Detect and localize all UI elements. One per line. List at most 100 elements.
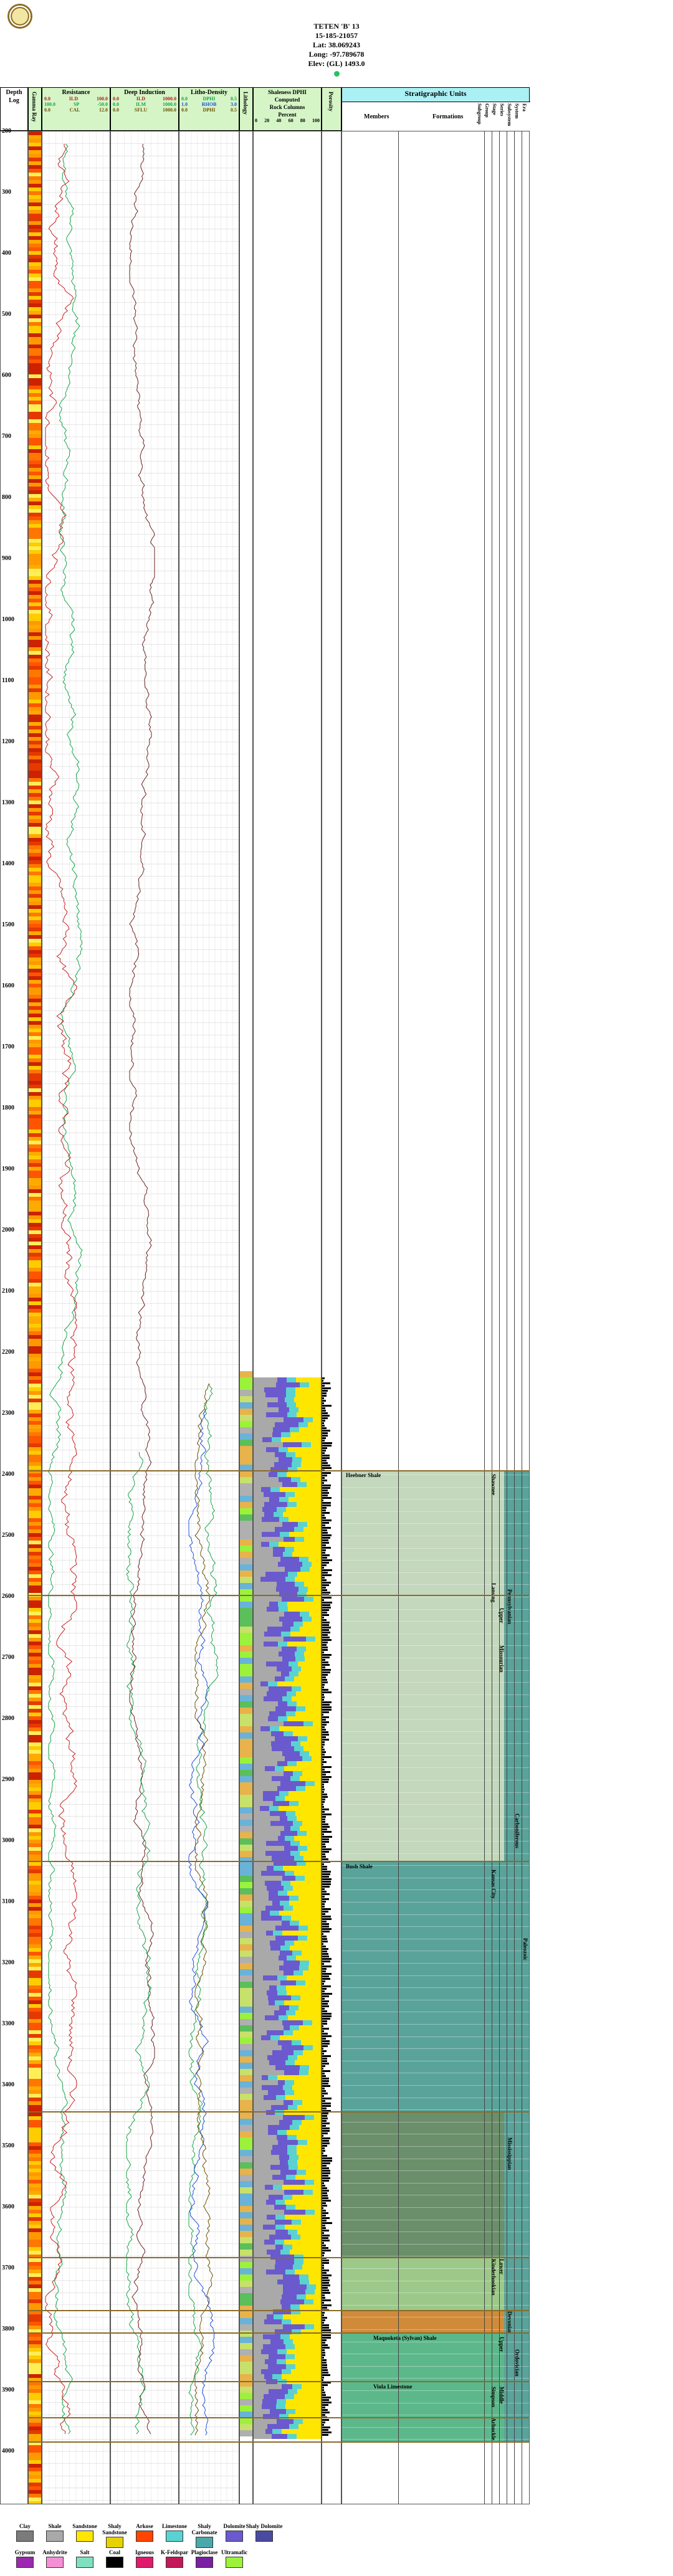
shaleness-segment <box>300 1995 321 2000</box>
lithology-band <box>240 2355 252 2362</box>
curve-scale-text: 100.0 <box>96 96 108 102</box>
shaleness-row <box>254 1721 321 1726</box>
shaleness-segment <box>254 2279 277 2284</box>
shaleness-row <box>254 1612 321 1617</box>
shaleness-row <box>254 1477 321 1482</box>
shaleness-segment <box>277 1377 287 1382</box>
shaleness-segment <box>273 1427 290 1432</box>
porosity-bar <box>322 1970 327 1972</box>
strat-grid-line <box>342 1682 529 1683</box>
porosity-bar <box>322 1741 325 1743</box>
shaleness-row <box>254 2369 321 2374</box>
strat-grid-line <box>342 363 529 364</box>
shaleness-segment <box>300 1612 310 1617</box>
shaleness-segment <box>284 2240 321 2245</box>
shaleness-row <box>254 2230 321 2235</box>
shaleness-segment <box>281 2045 304 2050</box>
strat-grid-line <box>342 1902 529 1903</box>
shaleness-segment <box>301 1457 321 1462</box>
shaleness-segment <box>295 1387 321 1392</box>
shaleness-segment <box>254 1642 264 1647</box>
shaleness-row <box>254 1856 321 1861</box>
shaleness-row <box>254 2240 321 2245</box>
shaleness-segment <box>285 2359 321 2364</box>
porosity-bar <box>322 1567 325 1569</box>
shaleness-segment <box>254 1632 264 1637</box>
shaleness-row <box>254 2205 321 2210</box>
shaleness-row <box>254 2120 321 2125</box>
label-missourian: Missourian <box>499 1645 505 1673</box>
shaleness-segment <box>254 1791 264 1796</box>
porosity-bar <box>322 1452 325 1454</box>
lithology-band <box>240 2044 252 2050</box>
porosity-bar <box>322 1652 324 1653</box>
depth-label: 2400 <box>2 1471 14 1478</box>
porosity-bar <box>322 2329 331 2331</box>
shaleness-segment <box>289 2125 299 2130</box>
shaleness-row <box>254 1582 321 1587</box>
shaleness-segment <box>282 1876 296 1881</box>
porosity-bar <box>322 2277 329 2279</box>
shaleness-segment <box>290 2304 300 2309</box>
shaleness-segment <box>264 1512 274 1517</box>
shaleness-row <box>254 2075 321 2080</box>
porosity-bar <box>322 2317 327 2319</box>
depth-track: 200 300 400 500 600 700 800 900 1000 1100 1200 1300… <box>0 128 28 2504</box>
porosity-bar <box>322 1766 332 1768</box>
label-ordovician: Ordovician <box>514 2349 520 2377</box>
shaleness-segment <box>279 1791 289 1796</box>
porosity-bar <box>322 1701 332 1703</box>
shaleness-segment <box>303 1597 313 1602</box>
shaleness-segment <box>286 1387 296 1392</box>
shaleness-segment <box>254 2324 283 2329</box>
shaleness-segment <box>287 1642 321 1647</box>
shaleness-segment <box>269 1542 279 1547</box>
shaleness-segment <box>254 1622 282 1627</box>
shaleness-segment <box>279 2155 290 2160</box>
curve-scale-text: 0.0 <box>113 102 119 107</box>
shaleness-segment <box>282 1751 300 1756</box>
porosity-bar <box>322 2374 330 2376</box>
porosity-bar <box>322 2387 325 2388</box>
depth-label: 1100 <box>2 677 14 684</box>
shaleness-segment <box>267 1886 284 1891</box>
shaleness-segment <box>307 1846 321 1851</box>
porosity-bar <box>322 2040 330 2042</box>
lithology-band <box>240 1409 252 1415</box>
shaleness-segment <box>289 1921 299 1926</box>
shaleness-segment <box>279 1517 289 1522</box>
shaleness-segment <box>254 1706 275 1711</box>
shaleness-row <box>254 1437 321 1442</box>
strat-grid-line <box>342 1279 529 1280</box>
lithology-band <box>240 1433 252 1440</box>
shaleness-segment <box>265 1412 288 1417</box>
lithology-band <box>240 2032 252 2038</box>
porosity-bar <box>322 1612 328 1614</box>
shaleness-row <box>254 1701 321 1706</box>
shaleness-row <box>254 1427 321 1432</box>
shaleness-segment <box>254 1567 285 1572</box>
porosity-bar <box>322 2095 324 2097</box>
gamma-header: Gamma Ray <box>28 87 42 131</box>
porosity-bar <box>322 2319 326 2321</box>
shaleness-segment <box>315 1781 321 1786</box>
porosity-bar <box>322 1385 325 1387</box>
lithology-band <box>240 1857 252 1863</box>
porosity-bar <box>322 2339 327 2341</box>
shaleness-segment <box>265 2269 286 2274</box>
shaleness-segment <box>288 2105 298 2110</box>
shaleness-segment <box>303 1652 321 1656</box>
shaleness-segment <box>314 2324 321 2329</box>
shaleness-segment <box>265 1392 286 1397</box>
strat-band-kansas-city <box>342 1861 504 2112</box>
shaleness-segment <box>305 1656 321 1661</box>
strat-grid-line <box>342 1401 529 1402</box>
shaleness-row <box>254 2409 321 2414</box>
strat-grid-line <box>342 1572 529 1573</box>
porosity-bar <box>322 2334 331 2336</box>
well-name: TETEN 'B' 13 <box>313 22 360 31</box>
shaleness-segment <box>264 2394 285 2399</box>
shaleness-segment <box>254 1572 266 1577</box>
shaleness-segment <box>314 2180 321 2185</box>
lithology-band <box>240 2019 252 2025</box>
